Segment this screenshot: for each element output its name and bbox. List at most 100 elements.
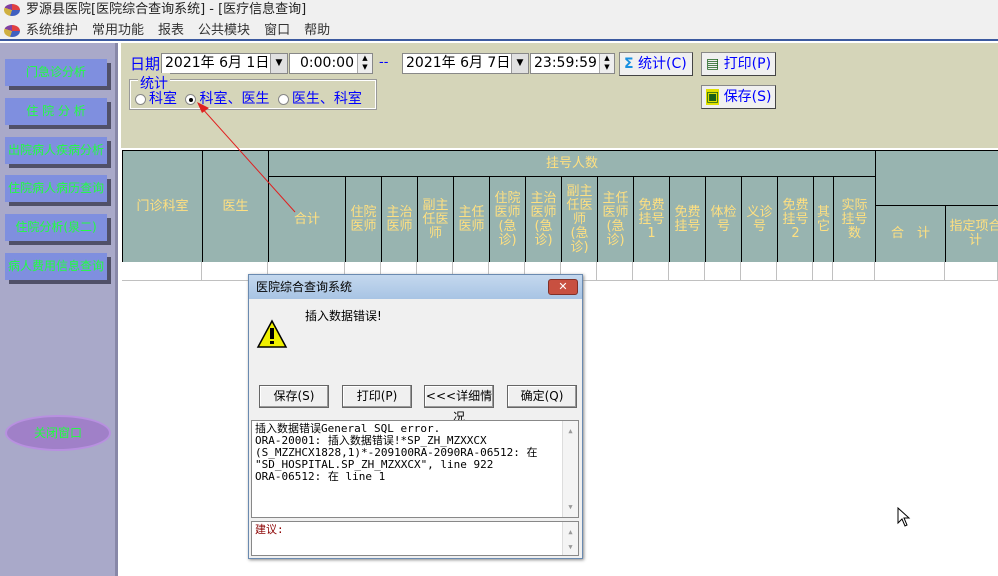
- header-sub-14[interactable]: 其它: [813, 176, 834, 263]
- grid-cell[interactable]: [597, 262, 633, 281]
- dialog-ok-button[interactable]: 确定(Q): [507, 385, 577, 408]
- grid-cell[interactable]: [813, 262, 833, 281]
- radio-doctor-dept-label[interactable]: 医生、科室: [292, 91, 362, 107]
- menu-report[interactable]: 报表: [158, 20, 184, 41]
- header-total-label: 合 计: [890, 226, 930, 241]
- date-separator: --: [379, 55, 389, 70]
- header-sub-0[interactable]: 合计: [268, 176, 346, 263]
- grid-cell[interactable]: [945, 262, 998, 281]
- header-sub-7[interactable]: 副主任医师(急诊): [561, 176, 598, 263]
- suggestion-textarea[interactable]: 建议: ▲ ▼: [251, 521, 579, 556]
- spin-icon[interactable]: ▲ ▼: [357, 54, 372, 73]
- header-sub-2-label: 主治医师: [386, 204, 413, 234]
- save-label: 保存(S): [723, 89, 772, 105]
- grid-cell[interactable]: [741, 262, 777, 281]
- header-sub-13-label: 免费挂号2: [782, 197, 809, 241]
- dropdown-arrow-icon[interactable]: ▼: [511, 54, 528, 73]
- header-sub-3-label: 副主任医师: [422, 197, 449, 241]
- grid-cell[interactable]: [122, 262, 202, 281]
- sidebar-item-medical-record[interactable]: 住院病人病历查询: [5, 175, 107, 202]
- header-sub-8[interactable]: 主任医师(急诊): [597, 176, 634, 263]
- scrollbar[interactable]: ▲ ▼: [562, 522, 578, 555]
- header-sub-5[interactable]: 住院医师(急诊): [489, 176, 526, 263]
- header-sub-1-label: 住院医师: [350, 204, 377, 234]
- stat-button[interactable]: Σ 统计(C): [619, 52, 693, 76]
- scrollbar[interactable]: ▲ ▼: [562, 421, 578, 517]
- radio-dept-label[interactable]: 科室: [149, 91, 177, 107]
- sigma-icon: Σ: [624, 56, 634, 72]
- warning-icon: [256, 319, 288, 348]
- grid-cell[interactable]: [633, 262, 669, 281]
- menu-help[interactable]: 帮助: [304, 20, 330, 41]
- header-sub-10-label: 免费挂号: [674, 204, 701, 234]
- print-label: 打印(P): [723, 56, 772, 72]
- start-date-value: 2021年 6月 1日: [165, 55, 270, 71]
- sidebar-item-inpatient-quaner[interactable]: 住院分析(泉二): [5, 214, 107, 241]
- sidebar-item-outpatient[interactable]: 门急诊分析: [5, 59, 107, 86]
- header-sub-4[interactable]: 主任医师: [453, 176, 490, 263]
- sidebar-item-patient-fees[interactable]: 病人费用信息查询: [5, 253, 107, 280]
- floppy-icon: ▣: [706, 89, 720, 105]
- header-specified-total-label: 指定项合计: [949, 219, 998, 248]
- radio-dept-doctor-label[interactable]: 科室、医生: [199, 91, 269, 107]
- dropdown-arrow-icon[interactable]: ▼: [270, 54, 287, 73]
- header-specified-total[interactable]: 指定项合计: [945, 205, 998, 263]
- dialog-details-button[interactable]: <<<详细情况: [424, 385, 494, 424]
- header-sub-8-label: 主任医师(急诊): [602, 190, 629, 248]
- app-menu-icon[interactable]: [4, 25, 20, 37]
- header-doctor[interactable]: 医生: [202, 150, 269, 263]
- save-button[interactable]: ▣ 保存(S): [701, 85, 776, 109]
- stat-label: 统计(C): [638, 56, 687, 72]
- menu-common[interactable]: 常用功能: [92, 20, 144, 41]
- menu-system[interactable]: 系统维护: [26, 20, 78, 41]
- end-time-value: 23:59:59: [534, 55, 597, 71]
- end-time-field[interactable]: 23:59:59 ▲ ▼: [530, 53, 615, 74]
- grid-cell[interactable]: [777, 262, 813, 281]
- header-dept[interactable]: 门诊科室: [122, 150, 203, 263]
- header-dept-label: 门诊科室: [136, 198, 189, 214]
- start-time-field[interactable]: 0:00:00 ▲ ▼: [289, 53, 373, 74]
- dialog-close-button[interactable]: ✕: [548, 279, 578, 295]
- header-sub-11[interactable]: 体检号: [705, 176, 742, 263]
- header-sub-9[interactable]: 免费挂号1: [633, 176, 670, 263]
- sidebar-item-discharge-disease[interactable]: 出院病人疾病分析: [5, 137, 107, 164]
- grid-cell[interactable]: [875, 262, 945, 281]
- header-sub-13[interactable]: 免费挂号2: [777, 176, 814, 263]
- radio-dept-doctor[interactable]: [185, 93, 197, 105]
- header-sub-0-label: 合计: [293, 211, 320, 227]
- print-button[interactable]: ▤ 打印(P): [701, 52, 776, 76]
- header-sub-1[interactable]: 住院医师: [345, 176, 382, 263]
- menu-public[interactable]: 公共模块: [198, 20, 250, 41]
- end-date-picker[interactable]: 2021年 6月 7日 ▼: [402, 53, 529, 74]
- radio-doctor-dept[interactable]: [277, 93, 289, 105]
- sidebar-item-inpatient[interactable]: 住 院 分 析: [5, 98, 107, 125]
- dialog-save-button[interactable]: 保存(S): [259, 385, 329, 408]
- header-sub-12-label: 义诊号: [746, 204, 773, 234]
- header-sub-9-label: 免费挂号1: [638, 197, 665, 241]
- header-group-registrations[interactable]: 挂号人数: [268, 150, 876, 177]
- window-title-bar: 罗源县医院[医院综合查询系统] - [医疗信息查询]: [0, 0, 998, 20]
- dialog-title: 医院综合查询系统: [249, 275, 582, 299]
- header-group-right[interactable]: [875, 150, 998, 206]
- start-date-picker[interactable]: 2021年 6月 1日 ▼: [161, 53, 288, 74]
- menu-bar: 系统维护 常用功能 报表 公共模块 窗口 帮助: [0, 20, 998, 41]
- header-sub-7-label: 副主任医师(急诊): [566, 183, 593, 255]
- header-sub-10[interactable]: 免费挂号: [669, 176, 706, 263]
- header-sub-15[interactable]: 实际挂号数: [833, 176, 876, 263]
- dialog-print-button[interactable]: 打印(P): [342, 385, 412, 408]
- radio-dept[interactable]: [135, 93, 146, 105]
- header-sub-3[interactable]: 副主任医师: [417, 176, 454, 263]
- header-sub-6[interactable]: 主治医师(急诊): [525, 176, 562, 263]
- grid-cell[interactable]: [669, 262, 705, 281]
- menu-window[interactable]: 窗口: [264, 20, 290, 41]
- mouse-cursor-icon: [897, 507, 911, 527]
- grid-cell[interactable]: [833, 262, 875, 281]
- header-sub-12[interactable]: 义诊号: [741, 176, 778, 263]
- grid-cell[interactable]: [705, 262, 741, 281]
- header-total[interactable]: 合 计: [875, 205, 946, 263]
- spin-icon[interactable]: ▲ ▼: [599, 54, 614, 73]
- header-sub-2[interactable]: 主治医师: [381, 176, 418, 263]
- close-window-button[interactable]: 关闭窗口: [5, 415, 111, 451]
- error-detail-textarea[interactable]: 插入数据错误General SQL error. ORA-20001: 插入数据…: [251, 420, 579, 518]
- header-doctor-label: 医生: [222, 198, 249, 214]
